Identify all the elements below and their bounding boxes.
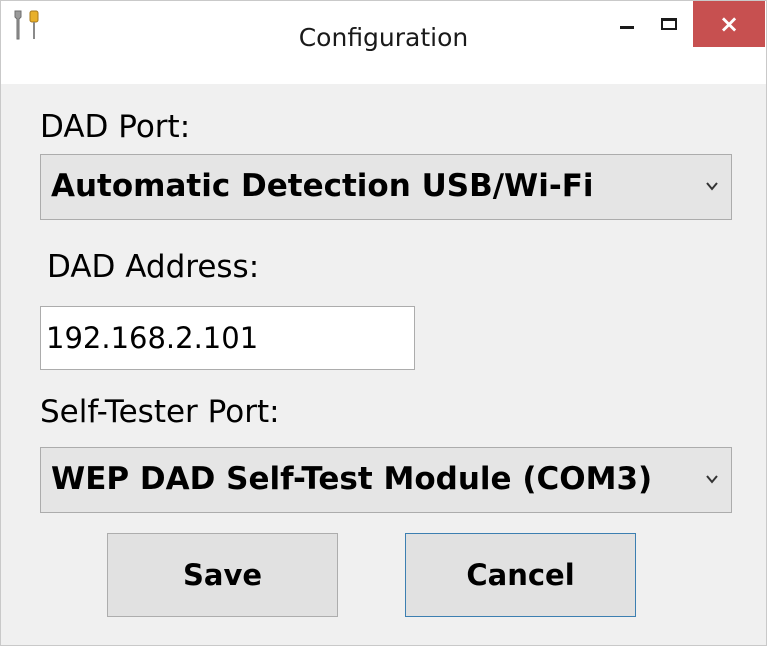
configuration-window: Configuration × DAD Port: Automatic Dete… xyxy=(0,0,767,646)
title-bar[interactable]: Configuration × xyxy=(1,1,766,84)
dad-port-selected-value: Automatic Detection USB/Wi-Fi xyxy=(51,168,594,204)
maximize-button[interactable] xyxy=(641,1,697,47)
self-tester-port-label: Self-Tester Port: xyxy=(40,394,280,430)
self-tester-port-select[interactable]: WEP DAD Self-Test Module (COM3) xyxy=(40,447,732,513)
dad-address-input[interactable]: 192.168.2.101 xyxy=(40,306,415,370)
maximize-icon xyxy=(661,18,677,30)
cancel-button-label: Cancel xyxy=(466,558,575,592)
chevron-down-icon xyxy=(706,182,718,191)
save-button[interactable]: Save xyxy=(107,533,338,617)
dad-address-label: DAD Address: xyxy=(47,249,260,285)
dad-address-value: 192.168.2.101 xyxy=(46,321,259,355)
minimize-icon xyxy=(620,25,634,29)
close-button[interactable]: × xyxy=(693,1,765,47)
dad-port-select[interactable]: Automatic Detection USB/Wi-Fi xyxy=(40,154,732,220)
self-tester-port-selected-value: WEP DAD Self-Test Module (COM3) xyxy=(51,461,653,497)
chevron-down-icon xyxy=(706,475,718,484)
dad-port-label: DAD Port: xyxy=(40,109,191,145)
save-button-label: Save xyxy=(182,558,263,592)
close-icon: × xyxy=(718,10,740,38)
cancel-button[interactable]: Cancel xyxy=(405,533,636,617)
